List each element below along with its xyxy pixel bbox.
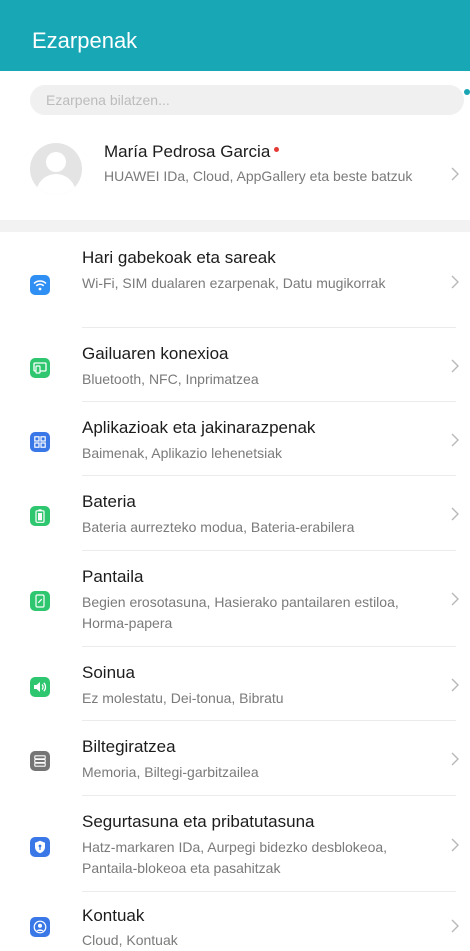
settings-item-security-privacy[interactable]: Segurtasuna eta pribatutasuna Hatz-marka… [0, 796, 470, 892]
chevron-right-icon [451, 678, 459, 692]
wifi-icon [30, 275, 50, 295]
chevron-right-icon [451, 359, 459, 373]
chevron-right-icon [451, 507, 459, 521]
profile-description: HUAWEI IDa, Cloud, AppGallery eta beste … [104, 168, 413, 184]
chevron-right-icon [451, 838, 459, 852]
settings-item-apps-notifications[interactable]: Aplikazioak eta jakinarazpenak Baimenak,… [0, 402, 470, 476]
chevron-right-icon [451, 592, 459, 606]
chevron-right-icon [451, 167, 459, 181]
account-icon [30, 917, 50, 937]
settings-item-wireless-networks[interactable]: Hari gabekoak eta sareak Wi-Fi, SIM dual… [0, 232, 470, 328]
settings-item-label: Aplikazioak eta jakinarazpenak [82, 418, 316, 437]
settings-item-description: Baimenak, Aplikazio lehenetsiak [82, 445, 283, 461]
settings-item-description: Wi-Fi, SIM dualaren ezarpenak, Datu mugi… [82, 275, 386, 291]
settings-item-storage[interactable]: Biltegiratzea Memoria, Biltegi-garbitzai… [0, 721, 470, 796]
settings-item-display[interactable]: Pantaila Begien erosotasuna, Hasierako p… [0, 551, 470, 647]
settings-item-label: Pantaila [82, 567, 144, 586]
display-icon [30, 591, 50, 611]
settings-item-description: Memoria, Biltegi-garbitzailea [82, 764, 259, 780]
profile-name-line: María Pedrosa Garcia [104, 142, 280, 162]
profile-name: María Pedrosa Garcia [104, 142, 271, 161]
page-title: Ezarpenak [32, 28, 138, 53]
settings-item-battery[interactable]: Bateria Bateria aurrezteko modua, Bateri… [0, 476, 470, 551]
device-connection-icon [30, 358, 50, 378]
chevron-right-icon [451, 433, 459, 447]
settings-item-description: Bluetooth, NFC, Inprimatzea [82, 371, 259, 387]
search-bar-container [0, 71, 470, 129]
battery-icon [30, 506, 50, 526]
settings-item-description: Hatz-markaren IDa, Aurpegi bidezko desbl… [82, 839, 388, 876]
shield-icon [30, 837, 50, 857]
avatar [30, 143, 82, 195]
notification-dot [274, 147, 280, 153]
settings-item-sound[interactable]: Soinua Ez molestatu, Dei-tonua, Bibratu [0, 647, 470, 721]
storage-icon [30, 751, 50, 771]
settings-item-label: Biltegiratzea [82, 737, 176, 756]
settings-item-device-connection[interactable]: Gailuaren konexioa Bluetooth, NFC, Inpri… [0, 328, 470, 402]
chevron-right-icon [451, 752, 459, 766]
settings-item-description: Begien erosotasuna, Hasierako pantailare… [82, 594, 399, 631]
scroll-indicator-dot [464, 89, 470, 95]
settings-item-label: Segurtasuna eta pribatutasuna [82, 812, 315, 831]
search-input[interactable] [30, 85, 464, 115]
chevron-right-icon [451, 275, 459, 289]
section-divider [0, 220, 470, 232]
settings-item-label: Soinua [82, 663, 135, 682]
settings-item-description: Bateria aurrezteko modua, Bateria-erabil… [82, 519, 355, 535]
account-profile-row[interactable]: María Pedrosa Garcia HUAWEI IDa, Cloud, … [0, 129, 470, 220]
chevron-right-icon [451, 919, 459, 933]
app-header: Ezarpenak [0, 0, 470, 71]
settings-item-accounts[interactable]: Kontuak Cloud, Kontuak [0, 892, 470, 948]
sound-icon [30, 677, 50, 697]
settings-item-label: Kontuak [82, 906, 145, 925]
settings-item-label: Hari gabekoak eta sareak [82, 248, 276, 267]
settings-item-label: Bateria [82, 492, 136, 511]
settings-item-description: Ez molestatu, Dei-tonua, Bibratu [82, 690, 284, 706]
apps-icon [30, 432, 50, 452]
settings-item-label: Gailuaren konexioa [82, 344, 229, 363]
